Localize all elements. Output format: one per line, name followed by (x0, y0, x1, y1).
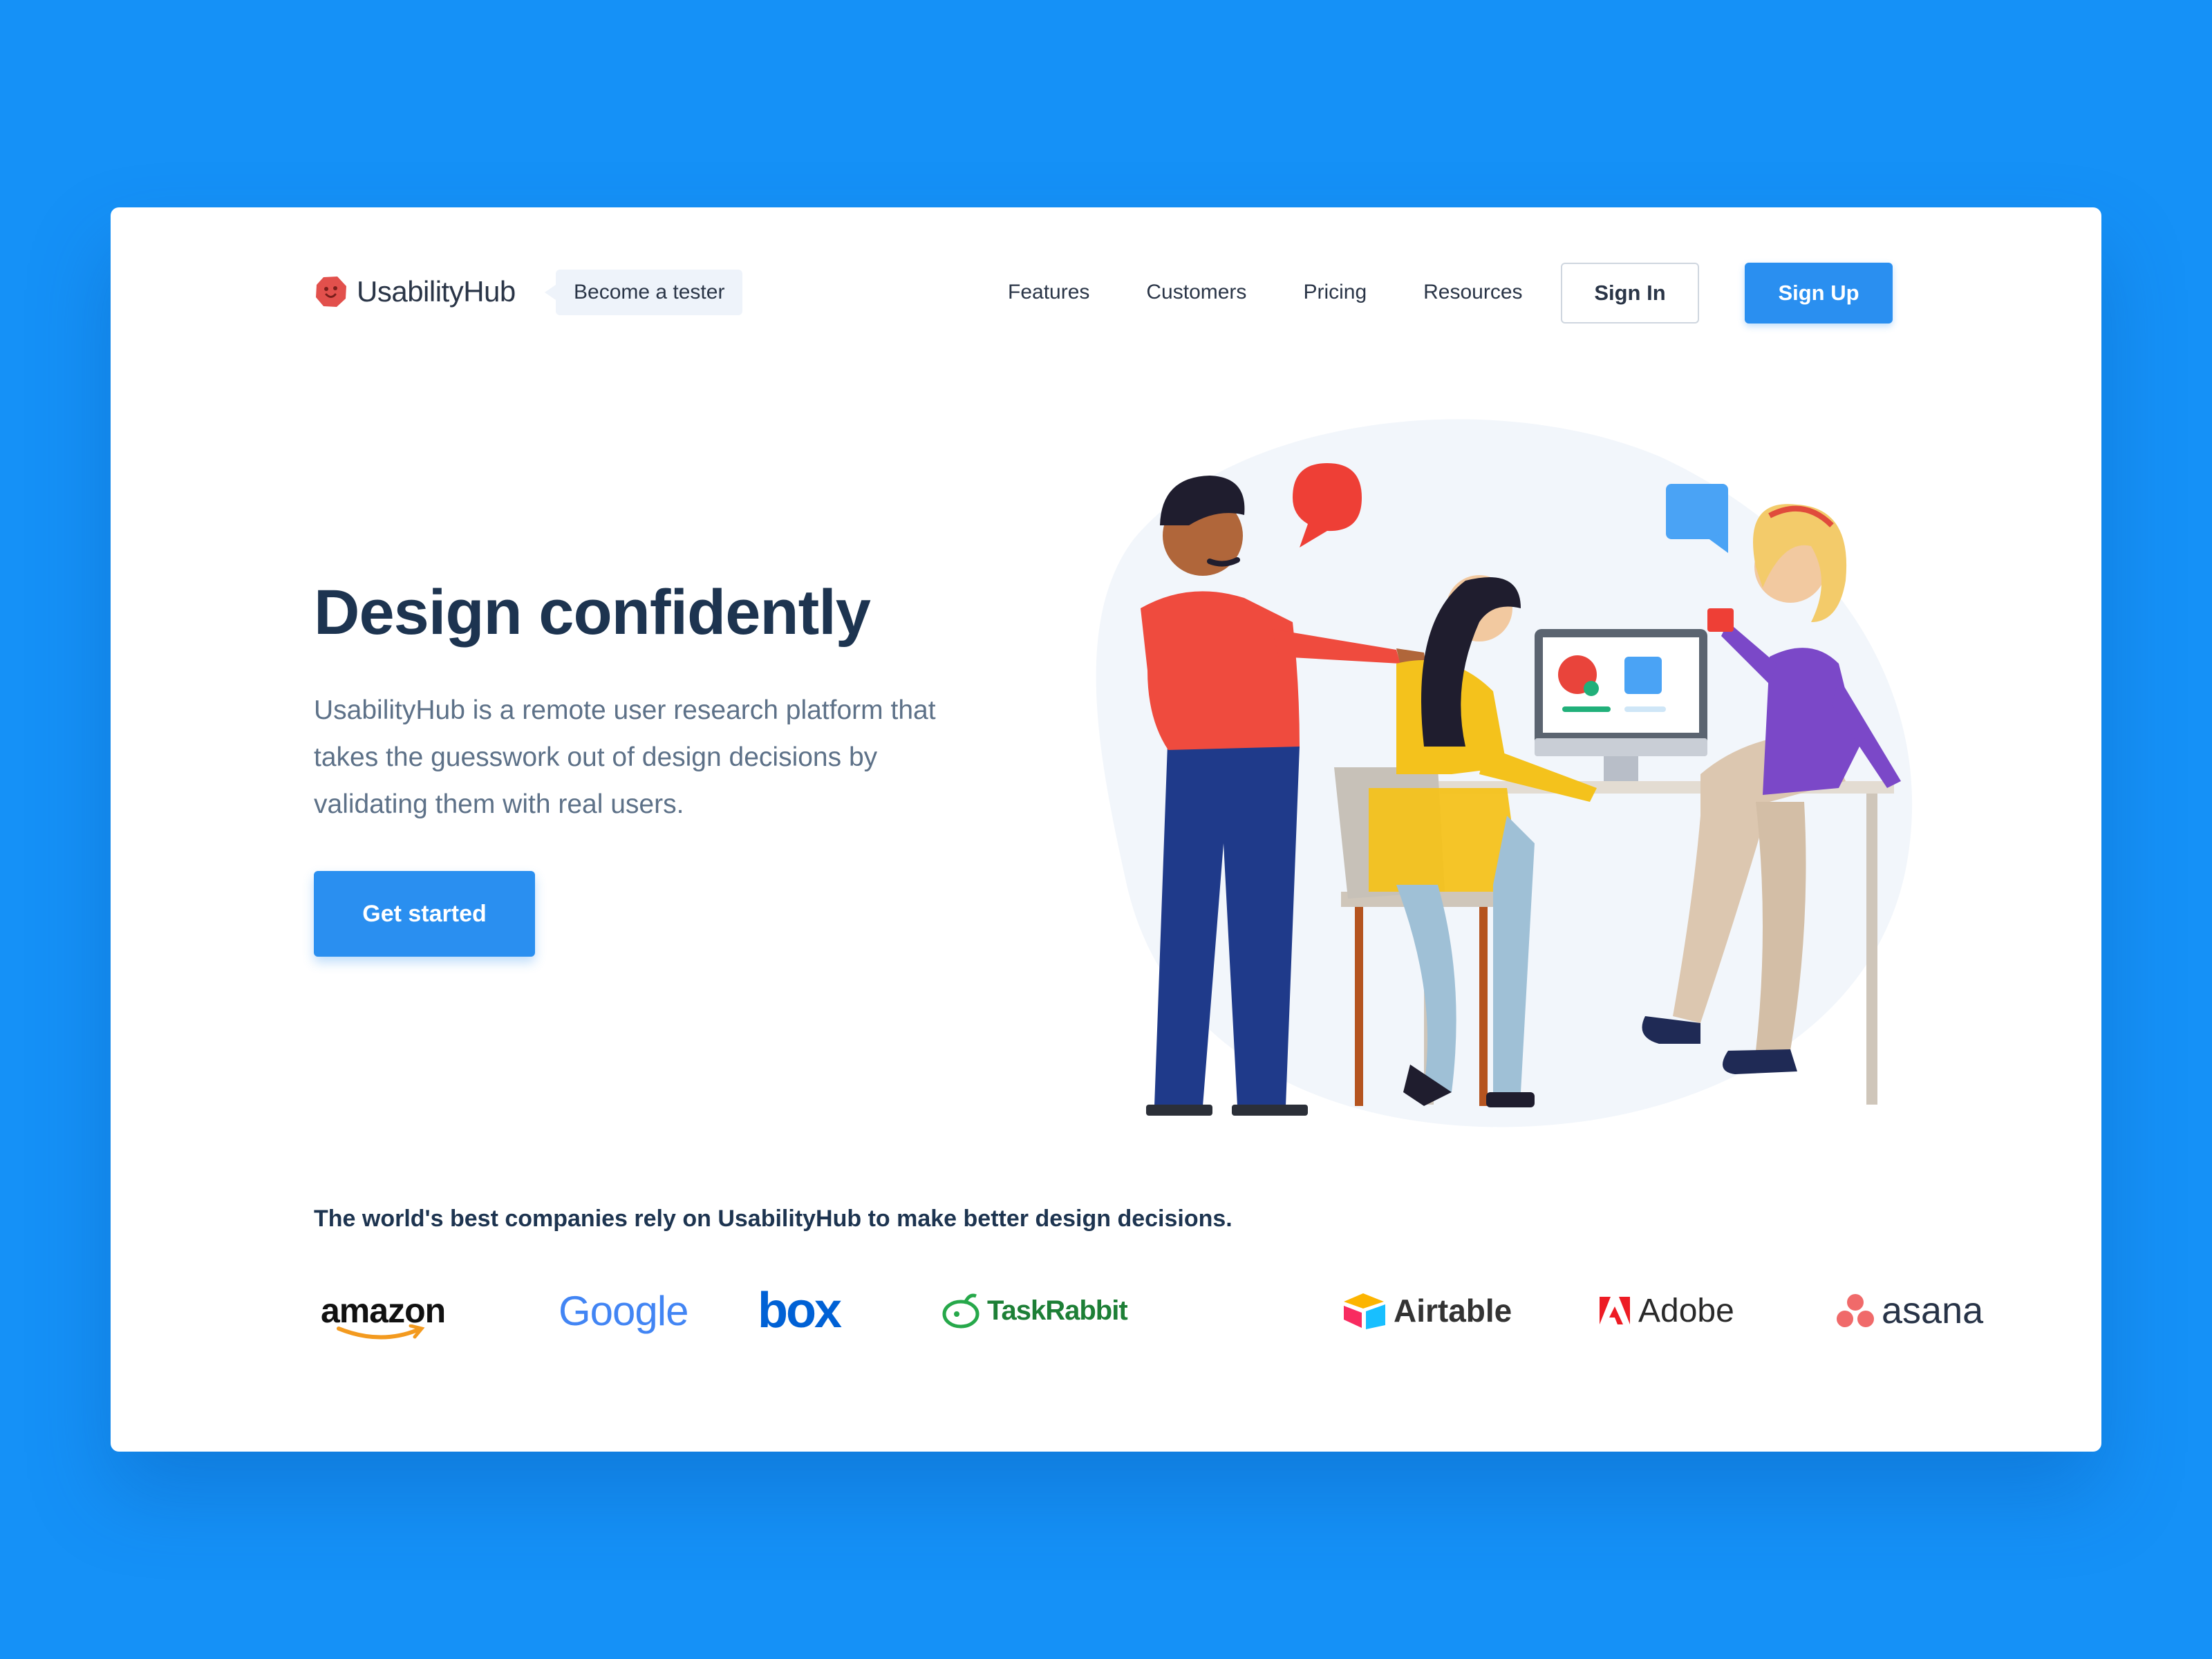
adobe-logo: Adobe (1600, 1269, 1734, 1352)
get-started-button[interactable]: Get started (314, 871, 535, 957)
nav-link-resources[interactable]: Resources (1423, 281, 1522, 304)
box-logo: box (758, 1269, 842, 1352)
brand-logo[interactable]: UsabilityHub (314, 271, 516, 312)
landing-card: UsabilityHub Become a tester Features Cu… (111, 207, 2101, 1452)
asana-logo: asana (1836, 1269, 1983, 1352)
google-logo-text: Google (559, 1287, 688, 1334)
taskrabbit-logo-text: TaskRabbit (987, 1295, 1128, 1326)
hero-illustration (1009, 359, 1977, 1203)
hero-title: Design confidently (314, 577, 871, 648)
nav-link-features[interactable]: Features (1008, 281, 1089, 304)
asana-logo-text: asana (1882, 1290, 1984, 1331)
box-logo-text: box (758, 1283, 842, 1338)
taskrabbit-icon (941, 1292, 982, 1329)
customer-logos: amazon Google box TaskRabbit Airtable Ad… (314, 1269, 1983, 1352)
top-navigation: UsabilityHub Become a tester Features Cu… (314, 261, 1898, 324)
customers-heading: The world's best companies rely on Usabi… (314, 1206, 1232, 1232)
nav-link-customers[interactable]: Customers (1146, 281, 1246, 304)
airtable-logo: Airtable (1342, 1269, 1512, 1352)
taskrabbit-logo: TaskRabbit (941, 1269, 1128, 1352)
hero-subtitle: UsabilityHub is a remote user research p… (314, 695, 936, 819)
nav-link-pricing[interactable]: Pricing (1303, 281, 1367, 304)
nav-links: Features Customers Pricing Resources (1008, 261, 1523, 324)
amazon-smile-icon (337, 1324, 425, 1340)
airtable-logo-text: Airtable (1394, 1293, 1512, 1329)
sign-in-button[interactable]: Sign In (1561, 263, 1699, 324)
sign-up-button[interactable]: Sign Up (1745, 263, 1893, 324)
brand-name: UsabilityHub (357, 275, 516, 308)
become-tester-link[interactable]: Become a tester (544, 270, 743, 315)
amazon-logo: amazon (321, 1269, 446, 1352)
usabilityhub-logo-icon (314, 274, 348, 309)
airtable-icon (1342, 1292, 1387, 1329)
google-logo: Google (559, 1269, 688, 1352)
adobe-icon (1600, 1297, 1630, 1324)
asana-icon (1836, 1293, 1875, 1329)
adobe-logo-text: Adobe (1638, 1292, 1734, 1329)
